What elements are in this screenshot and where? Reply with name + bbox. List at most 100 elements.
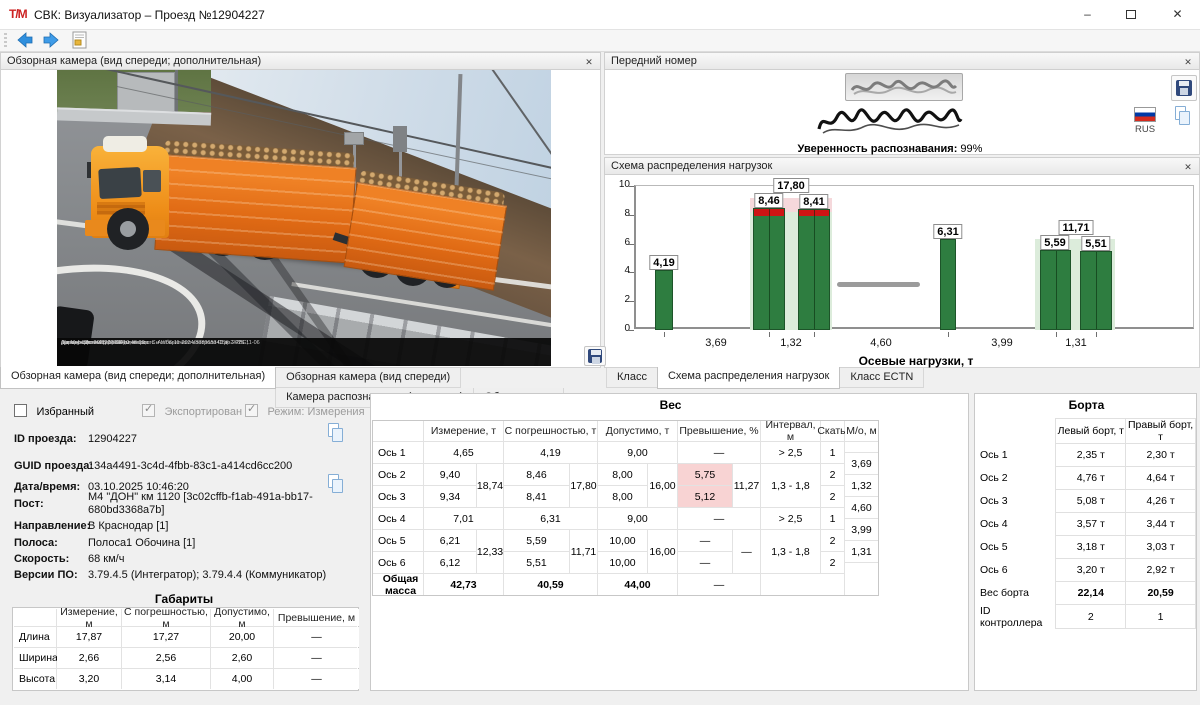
cell xyxy=(845,442,878,452)
row-label: Высота xyxy=(14,669,56,689)
cell: 8,00 xyxy=(598,464,647,485)
cell: — xyxy=(274,648,359,668)
cell: 2,60 xyxy=(211,648,273,668)
axle-bar-1 xyxy=(655,270,673,330)
cell: 2 xyxy=(821,464,844,485)
save-icon xyxy=(1176,80,1192,96)
total-cell: 44,00 xyxy=(598,574,677,595)
plate-text-stylized xyxy=(813,103,967,139)
forward-button[interactable] xyxy=(42,31,66,51)
tab-load-distribution[interactable]: Схема распределения нагрузок xyxy=(657,367,840,389)
tab-camera-front-additional[interactable]: Обзорная камера (вид спереди; дополнител… xyxy=(0,367,276,389)
group-cell: 1,3 - 1,8 xyxy=(761,464,820,507)
y-tick-label: 8 xyxy=(610,208,630,219)
plate-copy-button[interactable] xyxy=(1173,106,1193,128)
plate-panel-close-icon[interactable]: ✕ xyxy=(1181,55,1195,69)
cell: 2 xyxy=(1056,605,1126,629)
overlay-line: (заводской номер 63934); поверка: С-АУ/0… xyxy=(61,340,260,346)
minimize-icon: – xyxy=(1084,7,1091,21)
cell: 3,20 т xyxy=(1056,559,1126,582)
group-cell: 16,00 xyxy=(648,464,677,507)
report-button[interactable] xyxy=(72,31,96,51)
table-row: Ось 1 2,35 т 2,30 т xyxy=(978,444,1196,467)
axle-bar-6 xyxy=(1080,251,1112,330)
group-cell: 12,33 xyxy=(477,530,503,573)
chart-save-button[interactable] xyxy=(584,346,606,366)
axle-bar-2 xyxy=(753,208,785,330)
software-versions-value: 3.79.4.5 (Интегратор); 3.79.4.4 (Коммуни… xyxy=(88,569,326,581)
cell: 7,01 xyxy=(424,508,503,529)
weight-table: Измерение, т С погрешностью, т Допустимо… xyxy=(372,420,879,596)
close-icon: ✕ xyxy=(1172,7,1182,21)
axle-spacing-label: 1,32 xyxy=(780,337,801,349)
cell: 3,57 т xyxy=(1056,513,1126,536)
minimize-button[interactable]: – xyxy=(1065,0,1110,29)
cell: 5,59 xyxy=(504,530,569,551)
row-label: Ось 6 xyxy=(978,559,1056,582)
copy-pass-id-button[interactable] xyxy=(326,423,346,445)
group-cell: 11,71 xyxy=(570,530,597,573)
field-label: ID проезда: xyxy=(14,433,77,445)
truck-windshield xyxy=(98,167,142,199)
load-chart-panel-close-icon[interactable]: ✕ xyxy=(1181,160,1195,174)
tab-label: Класс xyxy=(617,371,647,383)
close-window-button[interactable]: ✕ xyxy=(1155,0,1200,29)
photo-sign-2 xyxy=(393,126,407,152)
header-cell: Измерение, м xyxy=(57,609,121,626)
axle-bar-5 xyxy=(1040,250,1071,330)
y-tick-label: 6 xyxy=(610,237,630,248)
plate-image-scribble xyxy=(846,74,962,100)
cell: — xyxy=(678,508,760,529)
favorite-checkbox[interactable]: Избранный xyxy=(14,402,94,420)
cell: 20,59 xyxy=(1126,582,1196,605)
tab-class[interactable]: Класс xyxy=(606,368,658,388)
cell: 4,19 xyxy=(504,442,597,463)
table-row: Ось 4 3,57 т 3,44 т xyxy=(978,513,1196,536)
chart-x-axis-title: Осевые нагрузки, т xyxy=(636,354,1196,368)
cell: > 2,5 xyxy=(761,508,820,529)
spacing-cell: 3,69 xyxy=(845,453,878,474)
cell: 8,41 xyxy=(504,486,569,507)
total-cell: 42,73 xyxy=(424,574,503,595)
toolbar-grip[interactable] xyxy=(4,33,7,49)
cell: 3,03 т xyxy=(1126,536,1196,559)
total-cell: — xyxy=(678,574,760,595)
row-label: Ось 3 xyxy=(978,490,1056,513)
cell-overload: 5,12 xyxy=(678,486,732,507)
row-label: Ось 2 xyxy=(978,467,1056,490)
country-code: RUS xyxy=(1129,124,1161,135)
group-cell: 11,27 xyxy=(733,464,760,507)
cell: 5,51 xyxy=(504,552,569,573)
cell: 1 xyxy=(821,508,844,529)
plate-save-button[interactable] xyxy=(1171,75,1197,101)
spacing-cell: 1,32 xyxy=(845,475,878,496)
cell: 4,26 т xyxy=(1126,490,1196,513)
row-label: Ось 1 xyxy=(373,442,423,463)
speed-value: 68 км/ч xyxy=(88,553,124,565)
cell: 5,08 т xyxy=(1056,490,1126,513)
checkbox-icon xyxy=(142,404,155,417)
back-button[interactable] xyxy=(14,31,38,51)
cell: 22,14 xyxy=(1056,582,1126,605)
app-logo: Т/М xyxy=(9,7,27,21)
maximize-icon xyxy=(1126,10,1136,19)
checkbox-icon xyxy=(14,404,27,417)
save-icon xyxy=(588,349,602,363)
header-cell: Превышение, % xyxy=(678,421,760,441)
tab-label: Обзорная камера (вид спереди; дополнител… xyxy=(11,370,265,382)
header-cell: Измерение, т xyxy=(424,421,503,441)
maximize-button[interactable] xyxy=(1110,0,1155,29)
tab-camera-front[interactable]: Обзорная камера (вид спереди) xyxy=(275,368,461,388)
tab-class-ectn[interactable]: Класс ECTN xyxy=(839,368,924,388)
camera-panel-close-icon[interactable]: ✕ xyxy=(582,55,596,69)
cell: > 2,5 xyxy=(761,442,820,463)
axle-value-label: 5,51 xyxy=(1081,236,1110,251)
row-label: Ширина xyxy=(14,648,56,668)
checkbox-icon xyxy=(245,404,258,417)
y-tick-label: 10 xyxy=(610,179,630,190)
camera-photo: Дата/время: 2025-10-03 10:46:20; а/д М-4… xyxy=(57,70,551,366)
coupling-indicator xyxy=(837,282,920,287)
truck-cargo-slats-1 xyxy=(154,154,356,263)
field-label: Направление: xyxy=(14,520,90,532)
cell: 1 xyxy=(1126,605,1196,629)
